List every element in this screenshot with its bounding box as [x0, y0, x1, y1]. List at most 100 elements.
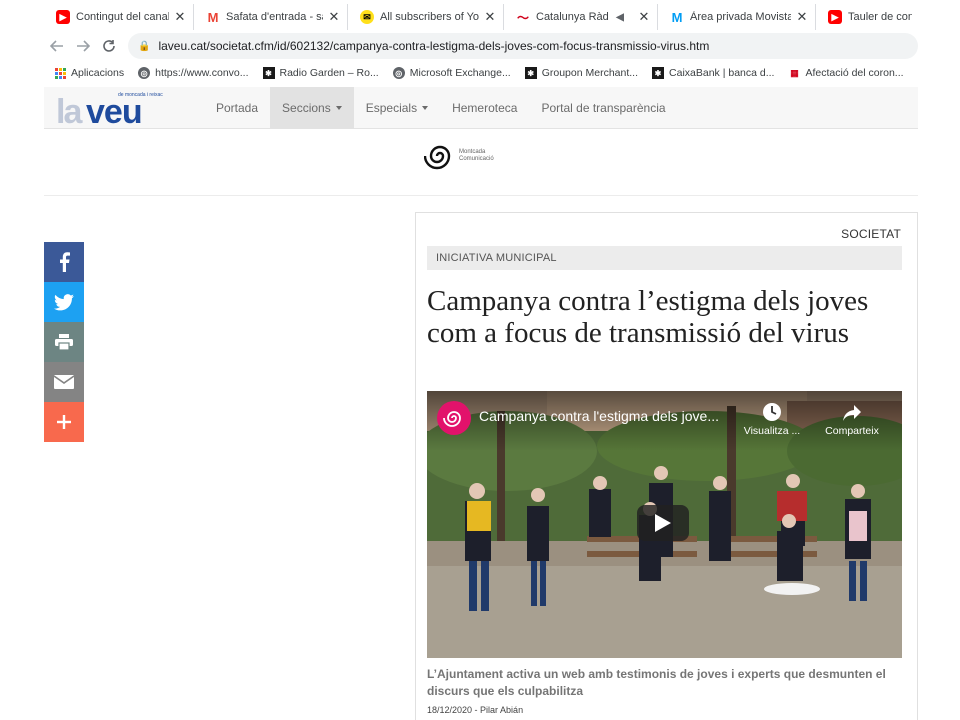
email-share-button[interactable]: [44, 362, 84, 402]
lock-icon: 🔒: [138, 40, 151, 52]
back-arrow-icon[interactable]: [44, 33, 70, 59]
more-share-button[interactable]: [44, 402, 84, 442]
url-text: laveu.cat/societat.cfm/id/602132/campany…: [158, 39, 710, 53]
tab-strip: ▶ Contingut del canal - You ✕ M Safata d…: [44, 4, 918, 30]
sponsor-banner: Montcada Comunicació: [44, 130, 918, 196]
site-logo[interactable]: de moncada i reixac la veu: [56, 87, 196, 131]
tab-title: Contingut del canal - You: [76, 11, 169, 23]
site-navbar: de moncada i reixac la veu Portada Secci…: [44, 86, 918, 131]
movistar-icon: M: [671, 9, 683, 25]
bookmark-label: Groupon Merchant...: [541, 67, 639, 79]
gencat-icon: ▦: [790, 67, 799, 78]
catradio-icon: 〜: [516, 10, 529, 25]
globe-icon: ◎: [138, 67, 151, 79]
gmail-icon: M: [207, 9, 219, 25]
tab-title: Àrea privada Movistar: [690, 11, 791, 23]
close-icon[interactable]: ✕: [637, 9, 651, 25]
bookmark-label: CaixaBank | banca d...: [669, 67, 775, 79]
browser-tab[interactable]: 〜 Catalunya Ràdio en ◀ ✕: [504, 4, 658, 30]
browser-screenshot: ▶ Contingut del canal - You ✕ M Safata d…: [44, 0, 918, 720]
channel-avatar-icon[interactable]: [437, 401, 471, 435]
menu-label: Portal de transparència: [541, 100, 666, 115]
sponsor-text: Montcada Comunicació: [459, 149, 494, 162]
logo-la: la: [56, 92, 82, 131]
video-share-button[interactable]: Comparteix: [817, 401, 887, 437]
plus-icon: [57, 415, 71, 429]
bookmarks-bar: Aplicacions ◎ https://www.convo... ✱ Rad…: [44, 62, 918, 84]
caixabank-icon: ✱: [652, 67, 665, 79]
article-byline: 18/12/2020 - Pilar Abián: [427, 705, 524, 715]
mailchimp-icon: ✉: [360, 10, 374, 24]
bookmark-label: Aplicacions: [71, 67, 125, 79]
bookmark-item[interactable]: ✱ Radio Garden – Ro...: [262, 67, 379, 79]
menu-item-transparencia[interactable]: Portal de transparència: [529, 87, 677, 129]
menu-item-portada[interactable]: Portada: [204, 87, 270, 129]
share-arrow-icon: [843, 405, 861, 421]
video-player[interactable]: Campanya contra l'estigma dels jove... V…: [427, 391, 902, 658]
facebook-share-button[interactable]: [44, 242, 84, 282]
article-lede: L’Ajuntament activa un web amb testimoni…: [427, 667, 886, 698]
address-bar-row: 🔒 laveu.cat/societat.cfm/id/602132/campa…: [44, 32, 918, 60]
share-sidebar: [44, 242, 84, 442]
radio-garden-icon: ✱: [262, 67, 275, 79]
menu-item-hemeroteca[interactable]: Hemeroteca: [440, 87, 529, 129]
bookmark-item[interactable]: ◎ Microsoft Exchange...: [392, 67, 511, 79]
play-button[interactable]: [637, 505, 689, 541]
menu-label: Especials: [365, 100, 418, 115]
bookmark-item[interactable]: Aplicacions: [54, 67, 124, 79]
menu-item-seccions[interactable]: Seccions: [270, 86, 354, 129]
article-card: SOCIETAT INICIATIVA MUNICIPAL Campanya c…: [415, 212, 918, 720]
caret-down-icon: [335, 105, 342, 110]
close-icon[interactable]: ✕: [173, 9, 187, 25]
caret-down-icon: [422, 105, 429, 110]
url-field[interactable]: 🔒 laveu.cat/societat.cfm/id/602132/campa…: [128, 33, 918, 59]
browser-tab[interactable]: M Àrea privada Movistar ✕: [658, 4, 816, 30]
clock-icon: [763, 403, 781, 421]
twitter-icon: [54, 293, 74, 310]
menu-label: Seccions: [282, 100, 331, 115]
close-icon[interactable]: ✕: [327, 9, 341, 25]
email-icon: [54, 375, 74, 389]
section-label[interactable]: SOCIETAT: [841, 227, 901, 241]
play-icon: [655, 514, 671, 532]
browser-tab[interactable]: ▶ Contingut del canal - You ✕: [44, 4, 194, 30]
kicker-text: INICIATIVA MUNICIPAL: [436, 252, 557, 264]
bookmark-label: https://www.convo...: [155, 67, 249, 79]
watch-later-button[interactable]: Visualitza ...: [737, 401, 807, 437]
reload-icon[interactable]: [96, 33, 122, 59]
youtube-icon: ▶: [56, 10, 70, 24]
logo-veu: veu: [86, 92, 143, 131]
tab-title: Tauler de cont: [848, 11, 912, 23]
sponsor-logo[interactable]: Montcada Comunicació: [424, 142, 494, 170]
apps-grid-icon: [54, 67, 66, 79]
speaker-icon: ◀: [616, 11, 624, 23]
print-button[interactable]: [44, 322, 84, 362]
youtube-icon: ▶: [828, 10, 842, 24]
bookmark-label: Microsoft Exchange...: [409, 67, 511, 79]
browser-tab[interactable]: M Safata d'entrada - salat ✕: [194, 4, 348, 30]
tab-title: Catalunya Ràdio en: [536, 11, 609, 23]
bookmark-label: Radio Garden – Ro...: [279, 67, 379, 79]
video-title[interactable]: Campanya contra l'estigma dels jove...: [479, 408, 734, 424]
menu-label: Hemeroteca: [452, 100, 518, 115]
kicker-band: INICIATIVA MUNICIPAL: [427, 246, 902, 270]
close-icon[interactable]: ✕: [483, 9, 497, 25]
browser-tab[interactable]: ✉ All subscribers of Yoga ✕: [348, 4, 504, 30]
tab-title: Safata d'entrada - salat: [226, 11, 323, 23]
share-label: Comparteix: [825, 425, 879, 437]
bookmark-item[interactable]: ◎ https://www.convo...: [138, 67, 249, 79]
bookmark-item[interactable]: ✱ CaixaBank | banca d...: [652, 67, 774, 79]
menu-label: Portada: [216, 100, 259, 115]
tab-title: All subscribers of Yoga: [380, 11, 479, 23]
forward-arrow-icon[interactable]: [70, 33, 96, 59]
article-headline: Campanya contra l’estigma dels joves com…: [427, 285, 869, 349]
twitter-share-button[interactable]: [44, 282, 84, 322]
bookmark-item[interactable]: ▦ Afectació del coron...: [788, 67, 903, 79]
bookmark-label: Afectació del coron...: [805, 67, 904, 79]
menu-item-especials[interactable]: Especials: [354, 87, 440, 129]
globe-icon: ◎: [392, 67, 405, 79]
bookmark-item[interactable]: ✱ Groupon Merchant...: [524, 67, 639, 79]
browser-tab[interactable]: ▶ Tauler de cont: [816, 4, 918, 30]
caixabank-icon: ✱: [524, 67, 537, 79]
close-icon[interactable]: ✕: [795, 9, 809, 25]
